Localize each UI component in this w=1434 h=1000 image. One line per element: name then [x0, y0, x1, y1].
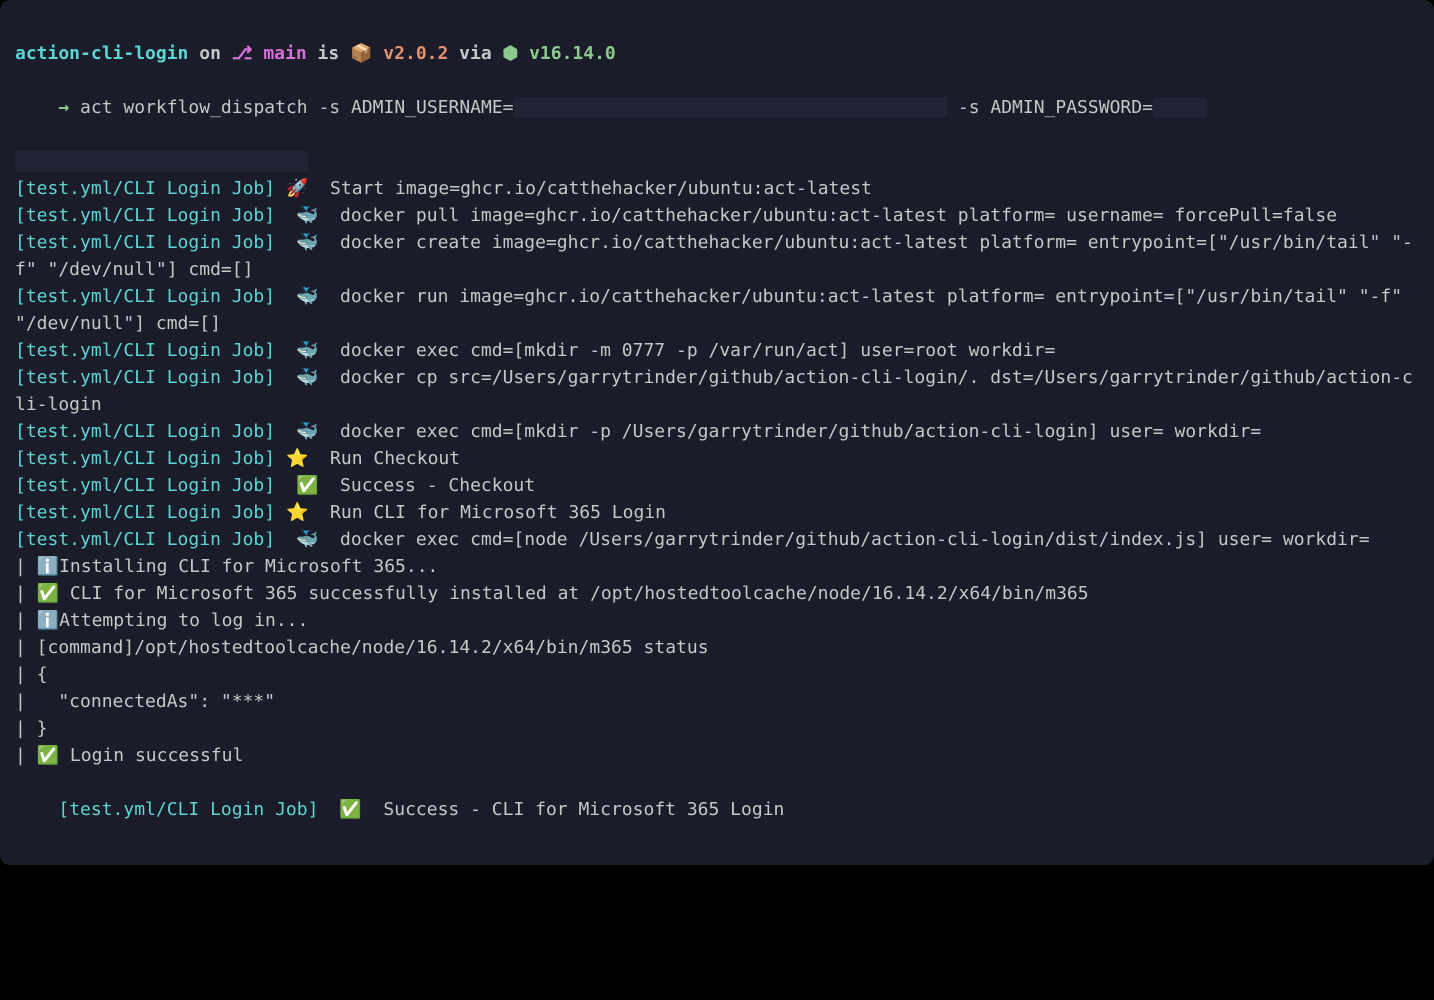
job-prefix: [test.yml/CLI Login Job]: [15, 205, 275, 226]
branch-icon: ⎇: [232, 40, 253, 67]
log-icon: 🐳: [286, 205, 318, 225]
log-line: [test.yml/CLI Login Job] 🐳 docker exec c…: [15, 526, 1419, 553]
redacted-continuation: [15, 151, 308, 172]
pipe-line: | ✅ Login successful: [15, 742, 1419, 769]
log-line-final: [test.yml/CLI Login Job] ✅ Success - CLI…: [15, 769, 1419, 850]
log-text: docker exec cmd=[node /Users/garrytrinde…: [329, 529, 1369, 550]
job-prefix: [test.yml/CLI Login Job]: [15, 475, 275, 496]
log-icon: 🐳: [286, 421, 318, 441]
command-line-cont: [15, 148, 1419, 175]
log-line: [test.yml/CLI Login Job] 🐳 docker exec c…: [15, 418, 1419, 445]
job-prefix: [test.yml/CLI Login Job]: [15, 340, 275, 361]
log-icon: 🐳: [286, 232, 318, 252]
terminal-output[interactable]: action-cli-login on ⎇ main is 📦 v2.0.2 v…: [15, 40, 1419, 850]
shell-prompt: action-cli-login on ⎇ main is 📦 v2.0.2 v…: [15, 40, 1419, 67]
job-prefix: [test.yml/CLI Login Job]: [15, 421, 275, 442]
log-text: Run Checkout: [319, 448, 460, 469]
pipe-line: | ✅ CLI for Microsoft 365 successfully i…: [15, 580, 1419, 607]
git-branch: main: [253, 40, 307, 67]
log-line: [test.yml/CLI Login Job] 🐳 docker pull i…: [15, 202, 1419, 229]
pipe-line: | [command]/opt/hostedtoolcache/node/16.…: [15, 634, 1419, 661]
redacted-password: [1153, 97, 1207, 118]
log-text: Run CLI for Microsoft 365 Login: [319, 502, 666, 523]
log-text: Start image=ghcr.io/catthehacker/ubuntu:…: [319, 178, 872, 199]
redacted-username: [514, 97, 947, 118]
pipe-line: | ℹ️Attempting to log in...: [15, 607, 1419, 634]
pipe-lines: | ℹ️Installing CLI for Microsoft 365...|…: [15, 553, 1419, 769]
log-line: [test.yml/CLI Login Job] 🐳 docker cp src…: [15, 364, 1419, 418]
log-line: [test.yml/CLI Login Job] 🐳 docker run im…: [15, 283, 1419, 337]
log-text: Success - Checkout: [329, 475, 535, 496]
command-text: act workflow_dispatch -s ADMIN_USERNAME=: [80, 97, 513, 118]
log-line: [test.yml/CLI Login Job] ⭐ Run Checkout: [15, 445, 1419, 472]
command-line: → act workflow_dispatch -s ADMIN_USERNAM…: [15, 67, 1419, 148]
node-version: v16.14.0: [518, 40, 616, 67]
package-version: v2.0.2: [372, 40, 448, 67]
log-line: [test.yml/CLI Login Job] ✅ Success - Che…: [15, 472, 1419, 499]
job-prefix: [test.yml/CLI Login Job]: [15, 502, 275, 523]
job-prefix: [test.yml/CLI Login Job]: [15, 286, 275, 307]
job-prefix: [test.yml/CLI Login Job]: [15, 367, 275, 388]
log-icon: 🐳: [286, 529, 318, 549]
job-prefix: [test.yml/CLI Login Job]: [58, 799, 318, 820]
log-text: docker exec cmd=[mkdir -m 0777 -p /var/r…: [329, 340, 1055, 361]
log-icon: 🐳: [286, 367, 318, 387]
pipe-line: | "connectedAs": "***": [15, 688, 1419, 715]
log-icon: 🐳: [286, 340, 318, 360]
pipe-line: | }: [15, 715, 1419, 742]
check-icon: ✅: [329, 799, 361, 819]
job-prefix: [test.yml/CLI Login Job]: [15, 232, 275, 253]
pipe-line: | {: [15, 661, 1419, 688]
log-lines: [test.yml/CLI Login Job] 🚀 Start image=g…: [15, 175, 1419, 553]
log-text: Success - CLI for Microsoft 365 Login: [373, 799, 785, 820]
job-prefix: [test.yml/CLI Login Job]: [15, 529, 275, 550]
log-line: [test.yml/CLI Login Job] 🐳 docker exec c…: [15, 337, 1419, 364]
project-name: action-cli-login: [15, 40, 188, 67]
log-icon: ✅: [286, 475, 318, 495]
log-icon: ⭐: [286, 502, 308, 522]
log-icon: 🐳: [286, 286, 318, 306]
prompt-arrow: →: [58, 97, 80, 118]
log-text: docker pull image=ghcr.io/catthehacker/u…: [329, 205, 1337, 226]
job-prefix: [test.yml/CLI Login Job]: [15, 178, 275, 199]
node-icon: ⬢: [503, 40, 519, 67]
log-icon: ⭐: [286, 448, 308, 468]
job-prefix: [test.yml/CLI Login Job]: [15, 448, 275, 469]
log-line: [test.yml/CLI Login Job] ⭐ Run CLI for M…: [15, 499, 1419, 526]
log-icon: 🚀: [286, 178, 308, 198]
pipe-line: | ℹ️Installing CLI for Microsoft 365...: [15, 553, 1419, 580]
log-text: docker exec cmd=[mkdir -p /Users/garrytr…: [329, 421, 1261, 442]
package-icon: 📦: [350, 40, 372, 67]
log-line: [test.yml/CLI Login Job] 🚀 Start image=g…: [15, 175, 1419, 202]
log-line: [test.yml/CLI Login Job] 🐳 docker create…: [15, 229, 1419, 283]
